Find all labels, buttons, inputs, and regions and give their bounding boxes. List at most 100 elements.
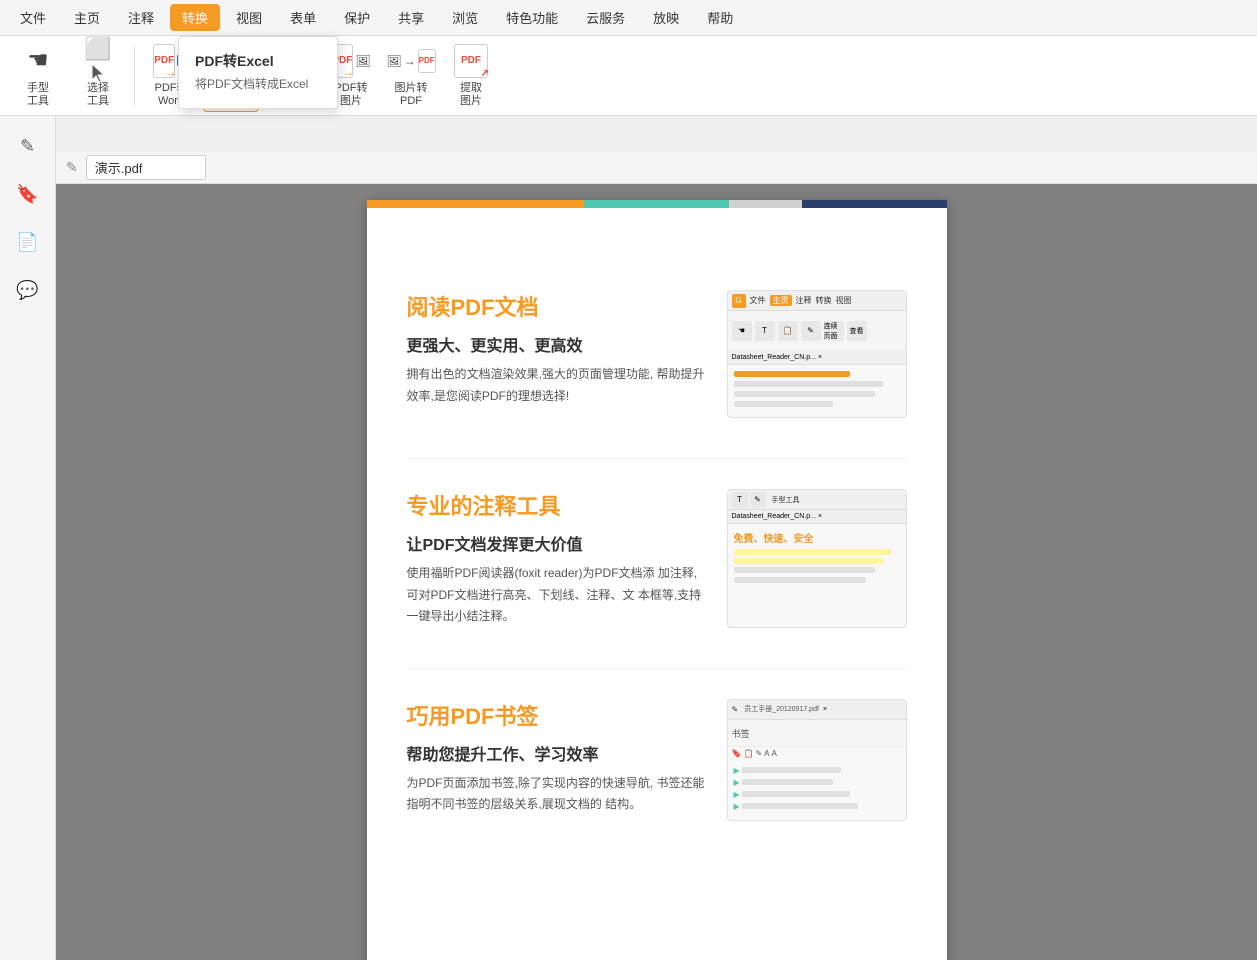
pdf-viewer[interactable]: 阅读PDF文档 更强大、更实用、更高效 拥有出色的文档渲染效果,强大的页面管理功… (56, 184, 1257, 960)
menu-view[interactable]: 视图 (224, 4, 274, 31)
preview-tab-convert: 转换 (816, 295, 832, 306)
preview-filename-3: 员工手册_20120917.pdf (744, 704, 819, 714)
sidebar-comment-icon[interactable]: 💬 (8, 270, 48, 310)
section-annotation-text: 专业的注释工具 让PDF文档发挥更大价值 使用福昕PDF阅读器(foxit re… (407, 489, 707, 628)
mini-btn-3: 📋 (778, 321, 798, 341)
menu-help[interactable]: 帮助 (695, 4, 745, 31)
bk-icon-4: A (764, 749, 769, 758)
section-bookmark-desc: 为PDF页面添加书签,除了实现内容的快速导航, 书签还能指明不同书签的层级关系,… (407, 773, 707, 816)
bookmark-item-4: ▶ (734, 802, 900, 811)
preview-line-2 (734, 381, 883, 387)
extract-image-button[interactable]: PDF ↗ 提取图片 (443, 40, 499, 112)
highlight-2 (734, 558, 883, 564)
preview-toolbar-1: ☚ T 📋 ✎ 连续页面 查看 (728, 311, 906, 351)
menu-feature[interactable]: 特色功能 (494, 4, 570, 31)
hand-tool-button[interactable]: ☚ 手型工具 (10, 40, 66, 112)
content-area: ✎ 演示.pdf › 阅读PDF文档 更强大、更实用、更高效 (56, 116, 1257, 960)
cursor-icon: ⬜ (84, 36, 111, 86)
img-pdf-label: 图片转PDF (395, 82, 428, 108)
menu-form[interactable]: 表单 (278, 4, 328, 31)
mini-btn-1: ☚ (732, 321, 752, 341)
mini-btn-4: ✎ (801, 321, 821, 341)
preview-bookmark-toolbar: 🔖 📋 ✎ A A (728, 747, 906, 760)
dropdown-desc: 将PDF文档转成Excel (179, 73, 337, 100)
preview-free-label: 免费、快速、安全 (734, 530, 900, 545)
bk-icon-1: 🔖 (732, 749, 742, 758)
section-read: 阅读PDF文档 更强大、更实用、更高效 拥有出色的文档渲染效果,强大的页面管理功… (407, 270, 907, 418)
preview-close: × (818, 354, 822, 361)
menu-file[interactable]: 文件 (8, 4, 58, 31)
section-read-preview: G 文件 主页 注释 转换 视图 ☚ T 📋 ✎ 连续页面 (727, 290, 907, 418)
menu-annotation[interactable]: 注释 (116, 4, 166, 31)
section-bookmark-preview: ✎ 员工手册_20120917.pdf × 书签 🔖 📋 ✎ (727, 699, 907, 821)
hand-icon: ☚ (27, 46, 49, 75)
pdf-page: 阅读PDF文档 更强大、更实用、更高效 拥有出色的文档渲染效果,强大的页面管理功… (367, 200, 947, 960)
preview-line-4 (734, 401, 834, 407)
sidebar-bookmark-icon[interactable]: 🔖 (8, 174, 48, 214)
bk-arrow-2: ▶ (734, 778, 740, 787)
bookmark-item-3: ▶ (734, 790, 900, 799)
app-logo: G (732, 294, 746, 308)
preview-tab-bar: Datasheet_Reader_CN.p... × (728, 351, 906, 365)
sidebar-edit-icon[interactable]: ✎ (8, 126, 48, 166)
hand-tool-label: 手型工具 (27, 82, 49, 108)
menu-browse[interactable]: 浏览 (440, 4, 490, 31)
preview-tab-annotation: 注释 (796, 295, 812, 306)
bookmark-item-2: ▶ (734, 778, 900, 787)
preview-content-1 (728, 365, 906, 417)
bk-icon-2: 📋 (743, 749, 753, 758)
divider-2 (407, 668, 907, 669)
strip-orange (367, 200, 585, 208)
extract-icon: PDF ↗ (454, 44, 488, 78)
mini-icon-edit2: T (732, 492, 748, 508)
section-bookmark-subtitle: 帮助您提升工作、学习效率 (407, 741, 707, 765)
address-bar: ✎ 演示.pdf (56, 152, 1257, 184)
menu-convert[interactable]: 转换 (170, 4, 220, 31)
preview-bookmark-label: 书签 (728, 720, 906, 747)
mini-icon-pencil2: ✎ (750, 492, 766, 508)
arrow-icon: → (164, 65, 176, 79)
menu-slideshow[interactable]: 放映 (641, 4, 691, 31)
section-read-title: 阅读PDF文档 (407, 290, 707, 322)
convert-arrow-icon: → (404, 54, 416, 68)
arrow-icon-img: → (342, 65, 354, 79)
menu-cloud[interactable]: 云服务 (574, 4, 637, 31)
extract-label: 提取图片 (460, 82, 482, 108)
bk-arrow-3: ▶ (734, 790, 740, 799)
bk-line-3 (742, 791, 850, 797)
section-annotation-preview: T ✎ 手型工具 Datasheet_Reader_CN.p... × 免费、快… (727, 489, 907, 628)
extract-arrow-icon: ↗ (481, 68, 489, 79)
section-read-text: 阅读PDF文档 更强大、更实用、更高效 拥有出色的文档渲染效果,强大的页面管理功… (407, 290, 707, 418)
strip-teal (584, 200, 729, 208)
preview-filename: Datasheet_Reader_CN.p... (732, 354, 816, 361)
image-to-pdf-button[interactable]: 🖼 → PDF 图片转PDF (383, 40, 439, 112)
preview-tab-view: 视图 (836, 295, 852, 306)
bookmark-icons-row: 🔖 📋 ✎ A A (732, 749, 902, 758)
file-path[interactable]: 演示.pdf (86, 155, 206, 180)
image-badge: 🖼 (355, 54, 370, 68)
edit-icon: ✎ (66, 159, 78, 176)
menu-protect[interactable]: 保护 (332, 4, 382, 31)
preview-header-2: T ✎ 手型工具 (728, 490, 906, 510)
preview-app-name: 文件 (750, 295, 766, 306)
left-sidebar: ✎ 🔖 📄 💬 (0, 116, 56, 960)
img-pdf-icon: PDF (418, 49, 436, 73)
bk-arrow-1: ▶ (734, 766, 740, 775)
preview-close-3: × (823, 706, 827, 713)
preview-header-3: ✎ 员工手册_20120917.pdf × (728, 700, 906, 720)
select-tool-button[interactable]: ⬜ 选择工具 (70, 40, 126, 112)
preview-file-label: ✎ (732, 705, 739, 714)
bk-icon-3: ✎ (755, 749, 762, 758)
section-annotation-subtitle: 让PDF文档发挥更大价值 (407, 531, 707, 555)
preview-line-a2 (734, 577, 867, 583)
menu-home[interactable]: 主页 (62, 4, 112, 31)
main-area: ✎ 🔖 📄 💬 ✎ 演示.pdf › (0, 116, 1257, 960)
sidebar-page-icon[interactable]: 📄 (8, 222, 48, 262)
strip-dark (802, 200, 947, 208)
highlight-1 (734, 549, 892, 555)
separator-1 (134, 46, 135, 106)
preview-filename-2: Datasheet_Reader_CN.p... (732, 513, 816, 520)
menu-share[interactable]: 共享 (386, 4, 436, 31)
section-annotation-desc: 使用福昕PDF阅读器(foxit reader)为PDF文档添 加注释,可对PD… (407, 563, 707, 628)
bk-arrow-4: ▶ (734, 802, 740, 811)
